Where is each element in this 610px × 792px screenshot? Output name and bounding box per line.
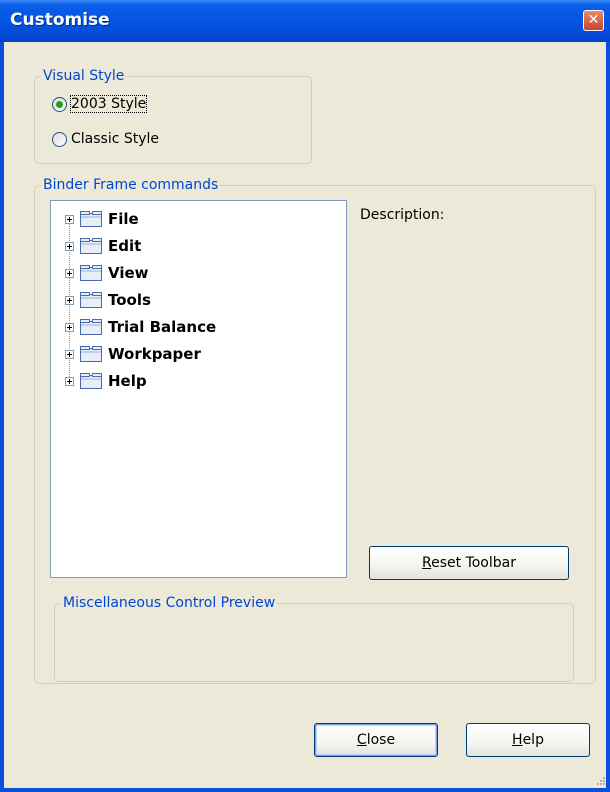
tree-item[interactable]: File	[65, 208, 139, 230]
tree-item-label: File	[108, 210, 139, 228]
folder-icon	[80, 346, 102, 362]
binder-frame-legend: Binder Frame commands	[43, 177, 219, 193]
reset-toolbar-label: Reset Toolbar	[422, 555, 516, 571]
close-icon[interactable]: ✕	[583, 10, 604, 31]
tree-item-label: Workpaper	[108, 345, 201, 363]
close-button[interactable]: Close	[314, 723, 438, 757]
tree-item[interactable]: View	[65, 262, 149, 284]
expand-plus-icon[interactable]	[65, 322, 74, 332]
radio-label-2003: 2003 Style	[69, 95, 148, 113]
misc-preview-legend: Miscellaneous Control Preview	[63, 595, 276, 611]
tree-item[interactable]: Help	[65, 370, 147, 392]
tree-item[interactable]: Workpaper	[65, 343, 201, 365]
folder-icon	[80, 319, 102, 335]
commands-tree[interactable]: File Edit View Tools Trial Balance Workpaper H…	[50, 200, 347, 578]
close-button-label: Close	[356, 732, 396, 748]
folder-icon	[80, 211, 102, 227]
tree-item-label: Trial Balance	[108, 318, 217, 336]
help-button-label: Help	[512, 732, 544, 748]
tree-item-label: View	[108, 264, 149, 282]
radio-label-classic: Classic Style	[71, 131, 160, 147]
tree-item-label: Help	[108, 372, 147, 390]
expand-plus-icon[interactable]	[65, 376, 74, 386]
window-title: Customise	[10, 10, 110, 30]
tree-item[interactable]: Tools	[65, 289, 151, 311]
tree-item-label: Edit	[108, 237, 142, 255]
folder-icon	[80, 373, 102, 389]
help-button[interactable]: Help	[466, 723, 590, 757]
tree-item-label: Tools	[108, 291, 151, 309]
folder-icon	[80, 265, 102, 281]
tree-item[interactable]: Edit	[65, 235, 141, 257]
resize-grip-icon[interactable]	[592, 774, 606, 788]
radio-classic-style[interactable]: Classic Style	[52, 128, 159, 150]
misc-preview-group: Miscellaneous Control Preview	[54, 595, 574, 682]
description-label: Description:	[360, 207, 445, 223]
expand-plus-icon[interactable]	[65, 295, 74, 305]
folder-icon	[80, 292, 102, 308]
expand-plus-icon[interactable]	[65, 214, 74, 224]
radio-unchecked-icon[interactable]	[52, 131, 67, 147]
visual-style-legend: Visual Style	[43, 68, 125, 84]
radio-2003-style[interactable]: 2003 Style	[52, 93, 148, 115]
expand-plus-icon[interactable]	[65, 349, 74, 359]
expand-plus-icon[interactable]	[65, 268, 74, 278]
tree-item[interactable]: Trial Balance	[65, 316, 216, 338]
radio-checked-icon[interactable]	[52, 96, 67, 112]
expand-plus-icon[interactable]	[65, 241, 74, 251]
reset-toolbar-button[interactable]: Reset Toolbar	[369, 546, 569, 580]
title-bar[interactable]: Customise ✕	[0, 0, 610, 42]
folder-icon	[80, 238, 102, 254]
